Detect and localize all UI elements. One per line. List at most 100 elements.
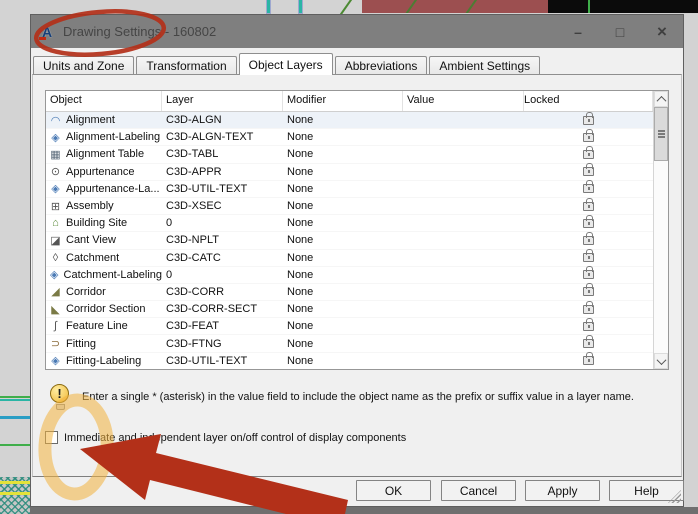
- unlocked-padlock-icon[interactable]: [583, 317, 594, 331]
- tab-abbreviations[interactable]: Abbreviations: [334, 56, 428, 75]
- tab-units-and-zone[interactable]: Units and Zone: [33, 56, 135, 75]
- column-header-layer[interactable]: Layer: [162, 91, 283, 111]
- locked-cell[interactable]: [524, 231, 653, 248]
- layer-cell[interactable]: C3D-XSEC: [162, 200, 283, 212]
- locked-cell[interactable]: [524, 266, 653, 283]
- unlocked-padlock-icon[interactable]: [583, 249, 594, 263]
- layer-cell[interactable]: C3D-CORR: [162, 286, 283, 298]
- locked-cell[interactable]: [524, 283, 653, 300]
- column-header-value[interactable]: Value: [403, 91, 524, 111]
- unlocked-padlock-icon[interactable]: [583, 214, 594, 228]
- locked-cell[interactable]: [524, 335, 653, 351]
- help-button[interactable]: Help: [609, 480, 684, 501]
- layer-cell[interactable]: C3D-APPR: [162, 166, 283, 178]
- column-header-object[interactable]: Object: [46, 91, 162, 111]
- table-row[interactable]: ◈ Fitting-Labeling C3D-UTIL-TEXT None: [46, 352, 653, 369]
- table-row[interactable]: ◈ Appurtenance-La... C3D-UTIL-TEXT None: [46, 180, 653, 198]
- modifier-cell[interactable]: None: [283, 320, 403, 332]
- cancel-button[interactable]: Cancel: [441, 480, 516, 501]
- layer-cell[interactable]: C3D-UTIL-TEXT: [162, 355, 283, 367]
- locked-cell[interactable]: [524, 112, 653, 128]
- unlocked-padlock-icon[interactable]: [583, 197, 594, 211]
- locked-cell[interactable]: [524, 300, 653, 317]
- modifier-cell[interactable]: None: [283, 131, 403, 143]
- tab-transformation[interactable]: Transformation: [136, 56, 237, 75]
- modifier-cell[interactable]: None: [283, 183, 403, 195]
- modifier-cell[interactable]: None: [283, 286, 403, 298]
- tab-ambient-settings[interactable]: Ambient Settings: [429, 56, 541, 75]
- layer-cell[interactable]: C3D-ALGN-TEXT: [162, 131, 283, 143]
- locked-cell[interactable]: [524, 249, 653, 266]
- scroll-down-button[interactable]: [654, 353, 668, 369]
- modifier-cell[interactable]: None: [283, 355, 403, 367]
- modifier-cell[interactable]: None: [283, 148, 403, 160]
- apply-button[interactable]: Apply: [525, 480, 600, 501]
- minimize-button[interactable]: –: [557, 15, 599, 48]
- table-row[interactable]: ⊃ Fitting C3D-FTNG None: [46, 335, 653, 353]
- layer-cell[interactable]: C3D-CORR-SECT: [162, 303, 283, 315]
- locked-cell[interactable]: [524, 352, 653, 369]
- modifier-cell[interactable]: None: [283, 114, 403, 126]
- unlocked-padlock-icon[interactable]: [583, 266, 594, 280]
- locked-cell[interactable]: [524, 197, 653, 214]
- layer-cell[interactable]: C3D-TABL: [162, 148, 283, 160]
- modifier-cell[interactable]: None: [283, 338, 403, 350]
- vertical-scrollbar[interactable]: [653, 91, 668, 369]
- layer-cell[interactable]: C3D-FEAT: [162, 320, 283, 332]
- layer-cell[interactable]: C3D-NPLT: [162, 234, 283, 246]
- modifier-cell[interactable]: None: [283, 166, 403, 178]
- unlocked-padlock-icon[interactable]: [583, 163, 594, 177]
- layer-cell[interactable]: C3D-CATC: [162, 252, 283, 264]
- table-row[interactable]: ◊ Catchment C3D-CATC None: [46, 249, 653, 267]
- layer-cell[interactable]: C3D-FTNG: [162, 338, 283, 350]
- modifier-cell[interactable]: None: [283, 200, 403, 212]
- locked-cell[interactable]: [524, 214, 653, 231]
- unlocked-padlock-icon[interactable]: [583, 335, 594, 349]
- table-row[interactable]: ◢ Corridor C3D-CORR None: [46, 283, 653, 302]
- unlocked-padlock-icon[interactable]: [583, 231, 594, 245]
- unlocked-padlock-icon[interactable]: [583, 352, 594, 366]
- layer-cell[interactable]: C3D-UTIL-TEXT: [162, 183, 283, 195]
- table-row[interactable]: ◠ Alignment C3D-ALGN None: [46, 112, 653, 130]
- modifier-cell[interactable]: None: [283, 269, 403, 281]
- table-row[interactable]: ◈ Alignment-Labeling C3D-ALGN-TEXT None: [46, 128, 653, 147]
- table-row[interactable]: ◪ Cant View C3D-NPLT None: [46, 231, 653, 250]
- scrollbar-track[interactable]: [654, 161, 668, 353]
- scrollbar-thumb[interactable]: [654, 107, 668, 161]
- unlocked-padlock-icon[interactable]: [583, 145, 594, 159]
- unlocked-padlock-icon[interactable]: [583, 180, 594, 194]
- locked-cell[interactable]: [524, 180, 653, 197]
- column-header-modifier[interactable]: Modifier: [283, 91, 403, 111]
- table-row[interactable]: ▦ Alignment Table C3D-TABL None: [46, 145, 653, 164]
- table-row[interactable]: ◣ Corridor Section C3D-CORR-SECT None: [46, 300, 653, 319]
- tab-object-layers[interactable]: Object Layers: [238, 53, 333, 75]
- locked-cell[interactable]: [524, 145, 653, 162]
- table-row[interactable]: ⊞ Assembly C3D-XSEC None: [46, 197, 653, 216]
- layer-cell[interactable]: C3D-ALGN: [162, 114, 283, 126]
- close-button[interactable]: ×: [641, 15, 683, 48]
- modifier-cell[interactable]: None: [283, 217, 403, 229]
- unlocked-padlock-icon[interactable]: [583, 283, 594, 297]
- modifier-cell[interactable]: None: [283, 234, 403, 246]
- column-header-locked[interactable]: Locked: [524, 91, 653, 111]
- layer-cell[interactable]: 0: [162, 217, 283, 229]
- table-row[interactable]: ⌂ Building Site 0 None: [46, 214, 653, 233]
- locked-cell[interactable]: [524, 317, 653, 334]
- table-row[interactable]: ◈ Catchment-Labeling 0 None: [46, 266, 653, 284]
- locked-cell[interactable]: [524, 128, 653, 145]
- immediate-layer-control-checkbox[interactable]: [45, 431, 58, 444]
- table-row[interactable]: ∫ Feature Line C3D-FEAT None: [46, 317, 653, 336]
- unlocked-padlock-icon[interactable]: [583, 300, 594, 314]
- locked-cell[interactable]: [524, 163, 653, 180]
- ok-button[interactable]: OK: [356, 480, 431, 501]
- layer-cell[interactable]: 0: [162, 269, 283, 281]
- unlocked-padlock-icon[interactable]: [583, 128, 594, 142]
- title-bar[interactable]: A Drawing Settings - 160802 – □ ×: [31, 15, 683, 48]
- unlocked-padlock-icon[interactable]: [583, 112, 594, 125]
- scroll-up-button[interactable]: [654, 91, 668, 107]
- object-label: Alignment: [66, 114, 115, 127]
- table-row[interactable]: ⊙ Appurtenance C3D-APPR None: [46, 163, 653, 181]
- modifier-cell[interactable]: None: [283, 252, 403, 264]
- maximize-button[interactable]: □: [599, 15, 641, 48]
- modifier-cell[interactable]: None: [283, 303, 403, 315]
